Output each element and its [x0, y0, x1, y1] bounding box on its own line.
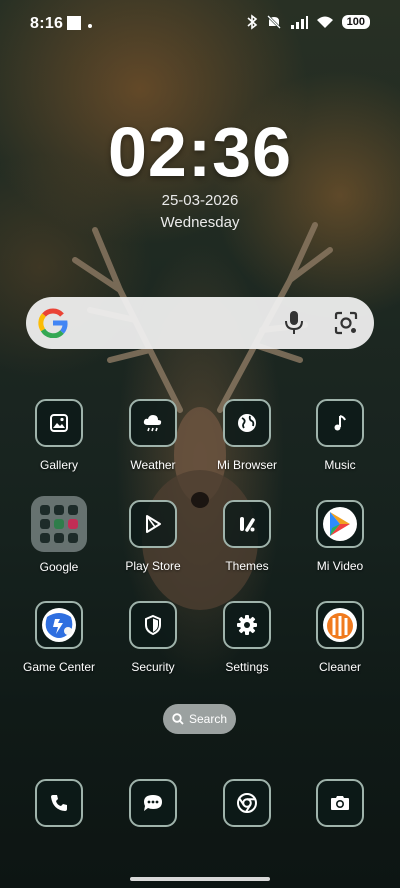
google-search-bar[interactable] [26, 297, 374, 349]
app-mi-browser[interactable]: Mi Browser [201, 399, 293, 472]
app-label: Music [324, 458, 356, 472]
folder-icon [31, 496, 87, 552]
status-bar: 8:16 100 [0, 0, 400, 48]
app-themes[interactable]: Themes [201, 500, 293, 573]
camera-icon [316, 779, 364, 827]
app-label: Mi Video [316, 559, 364, 573]
app-label: Google [39, 560, 79, 574]
search-label: Search [188, 712, 228, 726]
google-logo-icon[interactable] [38, 308, 68, 338]
mic-icon[interactable] [282, 309, 306, 337]
signal-icon [290, 16, 308, 29]
app-mi-video[interactable]: Mi Video [294, 500, 386, 573]
phone-icon [35, 779, 83, 827]
app-gallery[interactable]: Gallery [13, 399, 105, 472]
google-lens-icon[interactable] [332, 309, 360, 337]
status-time: 8:16 [30, 15, 64, 32]
shield-icon [129, 601, 177, 649]
app-music[interactable]: Music [294, 399, 386, 472]
messages-icon [129, 779, 177, 827]
app-search-button[interactable]: Search [163, 704, 236, 734]
app-label: Game Center [22, 660, 96, 674]
notification-icon [67, 16, 81, 30]
app-game-center[interactable]: Game Center [13, 601, 105, 674]
dock-camera[interactable] [294, 779, 386, 827]
app-label: Cleaner [318, 660, 362, 674]
app-label: Settings [225, 660, 269, 674]
app-folder-google[interactable]: Google [13, 496, 105, 574]
app-label: Gallery [39, 458, 78, 472]
app-play-store[interactable]: Play Store [107, 500, 199, 573]
search-icon [172, 713, 184, 725]
gallery-icon [35, 399, 83, 447]
clock-widget-day: Wednesday [160, 214, 240, 231]
app-label: Weather [130, 458, 176, 472]
play-store-icon [129, 500, 177, 548]
app-cleaner[interactable]: Cleaner [294, 601, 386, 674]
battery-indicator: 100 [341, 15, 370, 29]
clock-widget-time[interactable]: 02:36 [0, 112, 400, 192]
game-center-icon [35, 601, 83, 649]
cleaner-icon [316, 601, 364, 649]
dock-phone[interactable] [13, 779, 105, 827]
app-label: Themes [225, 559, 269, 573]
clock-widget-date: 25-03-2026 [161, 192, 239, 209]
wifi-icon [316, 16, 333, 28]
gear-icon [223, 601, 271, 649]
video-icon [316, 500, 364, 548]
weather-icon [129, 399, 177, 447]
app-security[interactable]: Security [107, 601, 199, 674]
themes-icon [223, 500, 271, 548]
music-icon [316, 399, 364, 447]
dock-chrome[interactable] [201, 779, 293, 827]
app-label: Mi Browser [216, 458, 277, 472]
browser-icon [223, 399, 271, 447]
bluetooth-icon [247, 14, 257, 30]
notification-dot-icon [88, 24, 92, 28]
app-label: Play Store [125, 559, 181, 573]
app-label: Security [131, 660, 175, 674]
mute-icon [266, 15, 281, 29]
chrome-icon [223, 779, 271, 827]
dock-messages[interactable] [107, 779, 199, 827]
app-weather[interactable]: Weather [107, 399, 199, 472]
gesture-navigation-bar[interactable] [130, 877, 270, 881]
app-settings[interactable]: Settings [201, 601, 293, 674]
